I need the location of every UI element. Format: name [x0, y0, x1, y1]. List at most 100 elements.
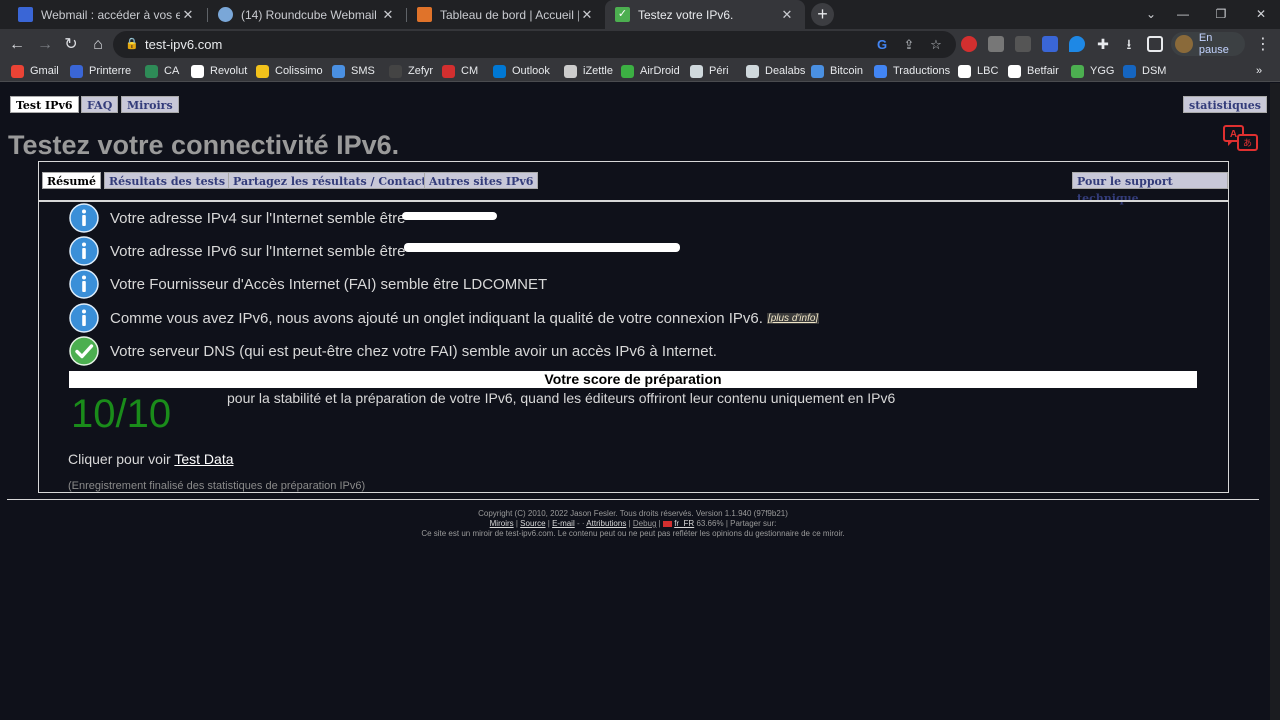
- bookmark-label: Zefyr: [408, 65, 434, 77]
- side-panel-icon[interactable]: [1147, 36, 1163, 52]
- bookmark-sms[interactable]: SMS: [332, 63, 375, 79]
- tab-share-results[interactable]: Partagez les résultats / Contact: [228, 172, 432, 189]
- extension-grey-icon[interactable]: [1015, 36, 1031, 52]
- bookmark-bitcoin[interactable]: Bitcoin: [811, 63, 863, 79]
- checkmark-favicon-icon: ✓: [615, 7, 630, 22]
- address-bar[interactable]: 🔒 test-ipv6.com G ⇪ ☆: [113, 31, 956, 58]
- close-icon[interactable]: ✕: [779, 7, 795, 23]
- extensions-puzzle-icon[interactable]: ✚: [1095, 36, 1111, 52]
- bookmark-label: Dealabs: [765, 65, 806, 77]
- bookmark-cm[interactable]: CM: [442, 63, 478, 79]
- bookmark-label: Bitcoin: [830, 65, 864, 77]
- translate-icon[interactable]: A あ: [1223, 125, 1259, 153]
- footer: Copyright (C) 2010, 2022 Jason Fesler. T…: [0, 509, 1266, 539]
- footer-mirrors-link[interactable]: Miroirs: [490, 519, 514, 528]
- extension-blue-icon[interactable]: [1042, 36, 1058, 52]
- bookmark-p-ri[interactable]: Péri: [690, 63, 729, 79]
- bookmark-label: Péri: [709, 65, 729, 77]
- bookmark-dealabs[interactable]: Dealabs: [746, 63, 805, 79]
- close-icon[interactable]: ✕: [380, 7, 396, 23]
- bookmark-favicon-icon: [256, 64, 269, 78]
- bookmark-label: Colissimo: [275, 65, 323, 77]
- minimize-icon[interactable]: —: [1168, 4, 1198, 24]
- footer-debug-link[interactable]: Debug: [633, 519, 657, 528]
- bookmark-gmail[interactable]: Gmail: [11, 63, 59, 79]
- more-info-link[interactable]: [plus d'info]: [766, 312, 820, 324]
- bookmark-favicon-icon: [621, 64, 634, 78]
- bookmark-ca[interactable]: CA: [145, 63, 179, 79]
- bookmark-favicon-icon: [1123, 64, 1136, 78]
- info-icon: [69, 303, 99, 333]
- back-icon[interactable]: ←: [6, 34, 28, 56]
- isp-row: Votre Fournisseur d'Accès Internet (FAI)…: [69, 269, 547, 299]
- home-icon[interactable]: ⌂: [87, 34, 109, 56]
- bookmark-zefyr[interactable]: Zefyr: [389, 63, 433, 79]
- scrollbar[interactable]: [1270, 83, 1280, 720]
- footer-email-link[interactable]: E-mail: [552, 519, 575, 528]
- reload-icon[interactable]: ↻: [60, 34, 82, 56]
- tab-test-results[interactable]: Résultats des tests: [104, 172, 231, 189]
- bookmark-label: Outlook: [512, 65, 550, 77]
- nav-statistics[interactable]: statistiques: [1183, 96, 1267, 113]
- test-data-line: Cliquer pour voir Test Data: [68, 451, 234, 467]
- tab-tech-support[interactable]: Pour le support technique: [1072, 172, 1228, 205]
- close-icon[interactable]: ✕: [180, 7, 196, 23]
- bookmark-label: Traductions: [893, 65, 951, 77]
- extension-drop-icon[interactable]: [1069, 36, 1085, 52]
- maximize-icon[interactable]: ❐: [1206, 4, 1236, 24]
- bookmarks-overflow-icon[interactable]: »: [1256, 63, 1262, 79]
- bookmark-favicon-icon: [389, 64, 402, 78]
- tab-other-sites[interactable]: Autres sites IPv6: [424, 172, 539, 189]
- tab-summary[interactable]: Résumé: [42, 172, 101, 189]
- footer-attributions-link[interactable]: Attributions: [586, 519, 626, 528]
- browser-tab-opnsense[interactable]: Tableau de bord | Accueil | OPNse ✕: [407, 0, 605, 29]
- extension-red-icon[interactable]: [961, 36, 977, 52]
- bookmark-izettle[interactable]: iZettle: [564, 63, 613, 79]
- bookmark-label: iZettle: [583, 65, 613, 77]
- roundcube-favicon-icon: [218, 7, 233, 22]
- bookmark-revolut[interactable]: Revolut: [191, 63, 247, 79]
- profile-label: En pause: [1198, 32, 1229, 56]
- bookmark-lbc[interactable]: LBC: [958, 63, 998, 79]
- mirror-disclaimer: Ce site est un miroir de test-ipv6.com. …: [421, 529, 845, 538]
- copyright: Copyright (C) 2010, 2022 Jason Fesler. T…: [478, 509, 788, 518]
- footer-source-link[interactable]: Source: [520, 519, 545, 528]
- score-description: pour la stabilité et la préparation de v…: [227, 390, 896, 406]
- window-close-icon[interactable]: ✕: [1246, 4, 1276, 24]
- forward-icon[interactable]: →: [34, 34, 56, 56]
- share-icon[interactable]: ⇪: [901, 37, 917, 53]
- bookmark-favicon-icon: [1071, 64, 1084, 78]
- profile-button[interactable]: En pause: [1171, 32, 1245, 56]
- close-icon[interactable]: ✕: [579, 7, 595, 23]
- footer-lang-link[interactable]: fr_FR: [674, 519, 694, 528]
- bookmark-label: YGG: [1090, 65, 1115, 77]
- tab-title: Testez votre IPv6.: [638, 7, 734, 22]
- bookmark-printerre[interactable]: Printerre: [70, 63, 131, 79]
- bookmark-betfair[interactable]: Betfair: [1008, 63, 1059, 79]
- bookmark-dsm[interactable]: DSM: [1123, 63, 1166, 79]
- nav-mirrors[interactable]: Miroirs: [121, 96, 179, 113]
- google-lens-icon[interactable]: G: [874, 37, 890, 53]
- bookmark-favicon-icon: [746, 64, 759, 78]
- bookmark-label: Printerre: [89, 65, 132, 77]
- bookmark-airdroid[interactable]: AirDroid: [621, 63, 680, 79]
- tab-title: Webmail : accéder à vos e-mails: [41, 7, 180, 22]
- menu-icon[interactable]: ⋮: [1252, 34, 1274, 56]
- download-icon[interactable]: ⭳: [1121, 36, 1137, 52]
- test-data-link[interactable]: Test Data: [174, 451, 233, 467]
- bookmark-ygg[interactable]: YGG: [1071, 63, 1114, 79]
- browser-tab-test-ipv6[interactable]: ✓ Testez votre IPv6. ✕: [605, 0, 805, 29]
- info-icon: [69, 269, 99, 299]
- tab-search-icon[interactable]: ⌄: [1136, 4, 1166, 24]
- bookmark-star-icon[interactable]: ☆: [928, 37, 944, 53]
- bookmark-colissimo[interactable]: Colissimo: [256, 63, 323, 79]
- bookmark-traductions[interactable]: Traductions: [874, 63, 950, 79]
- browser-tab-webmail[interactable]: Webmail : accéder à vos e-mails ✕: [8, 0, 206, 29]
- bookmark-outlook[interactable]: Outlook: [493, 63, 550, 79]
- nav-test-ipv6[interactable]: Test IPv6: [10, 96, 79, 113]
- new-tab-button[interactable]: +: [811, 3, 834, 26]
- extension-window-icon[interactable]: [988, 36, 1004, 52]
- browser-tab-roundcube[interactable]: (14) Roundcube Webmail 1.4.13 ✕: [208, 0, 406, 29]
- bookmark-label: DSM: [1142, 65, 1167, 77]
- nav-faq[interactable]: FAQ: [81, 96, 119, 113]
